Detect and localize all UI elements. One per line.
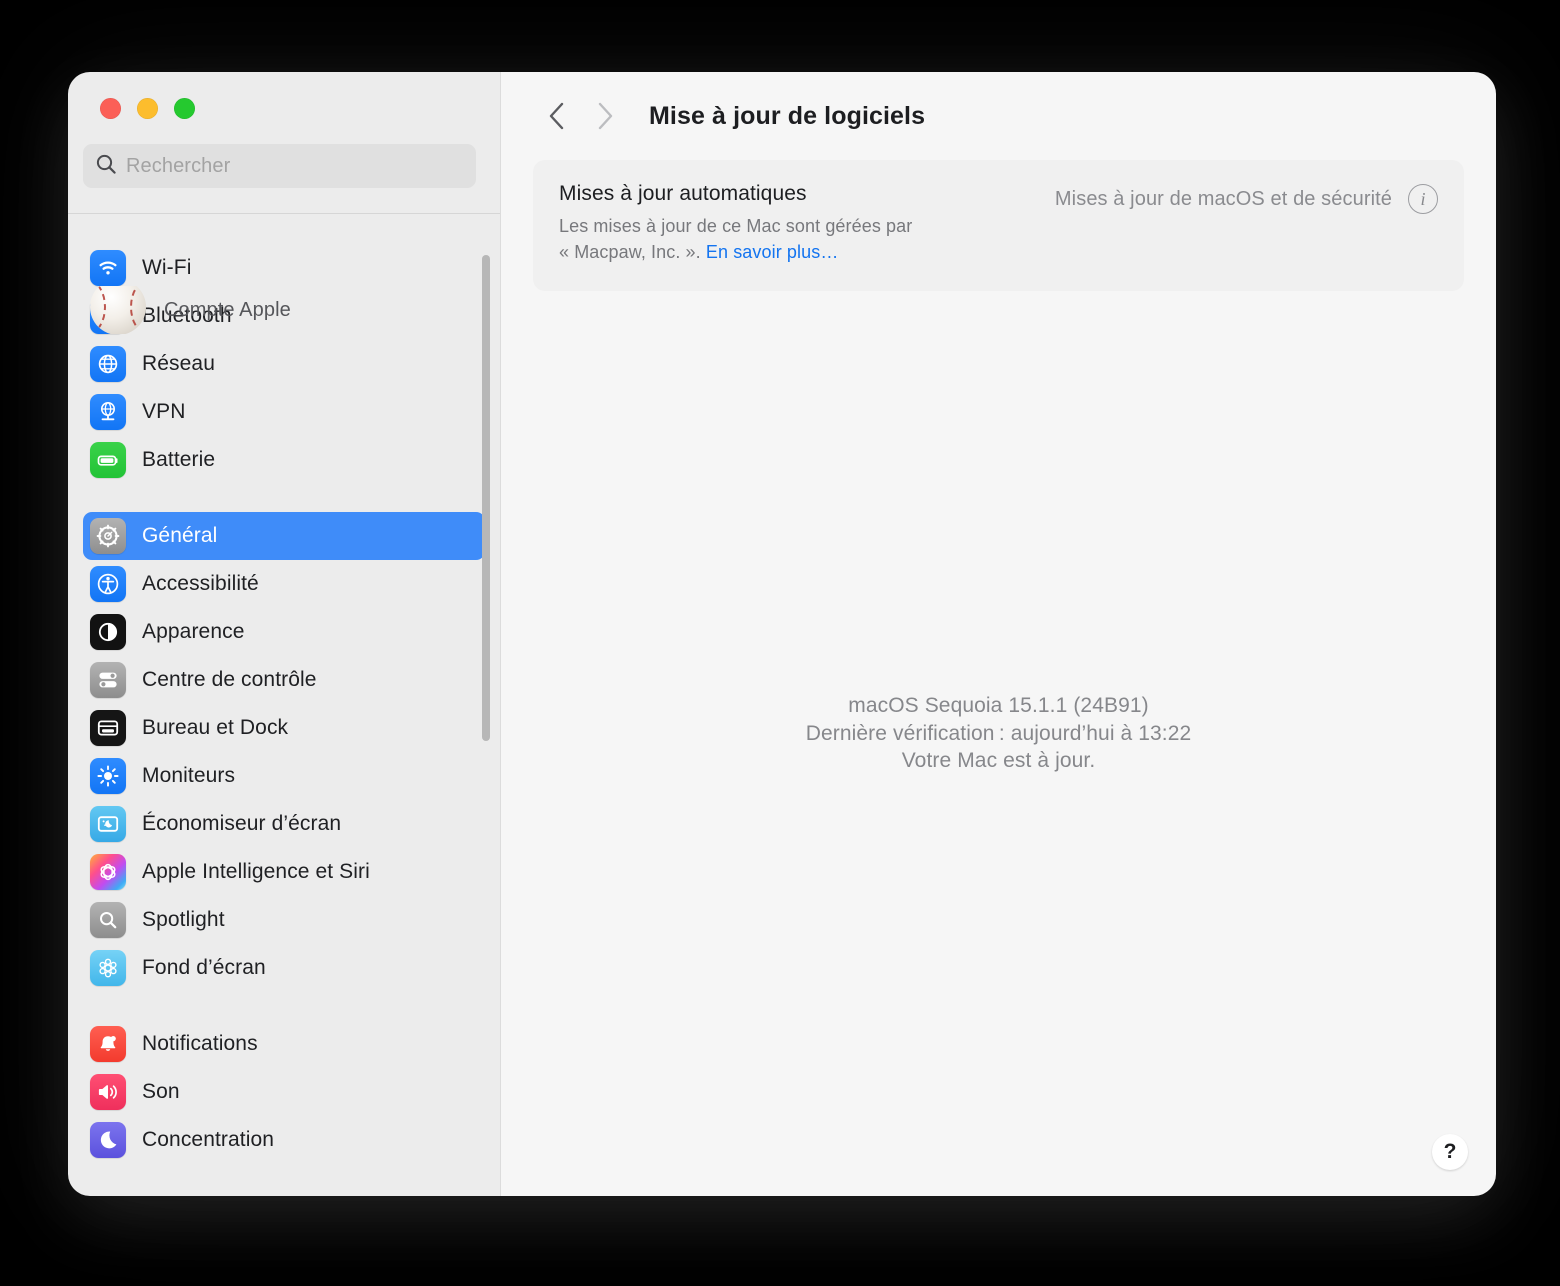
last-check-line: Dernière vérification : aujourd’hui à 13… — [805, 721, 1192, 745]
apple-intelligence-icon — [90, 854, 126, 890]
sidebar-item-focus[interactable]: Concentration — [83, 1116, 485, 1164]
sidebar-group-alerts: Notifications Son Concentration — [68, 1020, 500, 1164]
sidebar-item-label: Spotlight — [142, 908, 225, 931]
card-desc-line1: Les mises à jour de ce Mac sont gérées p… — [559, 216, 913, 236]
window-traffic-lights — [68, 72, 500, 144]
sidebar-item-notifications[interactable]: Notifications — [83, 1020, 485, 1068]
system-settings-window: Rechercher Wi-Fi Bluetooth Réseau VPN Ba… — [68, 72, 1496, 1196]
card-right: Mises à jour de macOS et de sécurité i — [1055, 182, 1438, 214]
desktop-dock-icon — [90, 710, 126, 746]
sidebar-item-label: Économiseur d’écran — [142, 812, 342, 835]
forward-button[interactable] — [581, 92, 629, 140]
sidebar: Rechercher Wi-Fi Bluetooth Réseau VPN Ba… — [68, 72, 500, 1196]
network-globe-icon — [90, 346, 126, 382]
avatar — [90, 286, 146, 334]
sidebar-group-spacer — [68, 484, 500, 512]
accessibility-icon — [90, 566, 126, 602]
os-version-line: macOS Sequoia 15.1.1 (24B91) — [848, 694, 1149, 717]
control-center-icon — [90, 662, 126, 698]
apple-account-label: Compte Apple — [164, 298, 291, 321]
displays-icon — [90, 758, 126, 794]
sidebar-item-label: Moniteurs — [142, 764, 236, 787]
card-desc-line2: « Macpaw, Inc. ». — [559, 242, 706, 263]
sidebar-group-spacer — [68, 992, 500, 1020]
screensaver-icon — [90, 806, 126, 842]
sidebar-item-label: Fond d’écran — [142, 956, 266, 979]
sidebar-item-label: Réseau — [142, 352, 215, 375]
sidebar-item-label: VPN — [142, 400, 186, 423]
close-button[interactable] — [100, 97, 121, 119]
sidebar-item-network[interactable]: Réseau — [83, 340, 485, 388]
updates-scope-label: Mises à jour de macOS et de sécurité — [1054, 187, 1392, 210]
sidebar-item-label: Apparence — [142, 620, 245, 643]
sidebar-item-label: Centre de contrôle — [142, 668, 317, 691]
sidebar-item-wifi[interactable]: Wi-Fi — [83, 244, 485, 292]
up-to-date-line: Votre Mac est à jour. — [901, 749, 1096, 773]
sidebar-item-screensaver[interactable]: Économiseur d’écran — [83, 800, 485, 848]
sidebar-scroll-area[interactable]: Wi-Fi Bluetooth Réseau VPN Batterie Géné… — [68, 214, 500, 1196]
learn-more-link[interactable]: En savoir plus… — [706, 242, 839, 262]
sidebar-item-sound[interactable]: Son — [83, 1068, 485, 1116]
sidebar-item-appearance[interactable]: Apparence — [83, 608, 485, 656]
sidebar-item-spotlight[interactable]: Spotlight — [83, 896, 485, 944]
gear-icon — [90, 518, 126, 554]
notifications-bell-icon — [90, 1026, 126, 1062]
content-pane: Mise à jour de logiciels Mises à jour au… — [500, 72, 1496, 1196]
sound-speaker-icon — [90, 1074, 126, 1110]
zoom-button[interactable] — [174, 97, 195, 119]
sidebar-item-desktop-dock[interactable]: Bureau et Dock — [83, 704, 485, 752]
sidebar-item-label: Accessibilité — [142, 572, 259, 595]
sidebar-item-label: Concentration — [142, 1128, 275, 1151]
sidebar-item-label: Général — [142, 524, 218, 547]
sidebar-item-label: Apple Intelligence et Siri — [142, 860, 370, 883]
search-placeholder: Rechercher — [126, 154, 231, 177]
wallpaper-icon — [90, 950, 126, 986]
sidebar-item-label: Son — [142, 1080, 180, 1103]
sidebar-item-apple-account[interactable]: Compte Apple — [68, 286, 500, 334]
info-icon[interactable]: i — [1408, 184, 1438, 214]
search-icon — [95, 153, 117, 180]
sidebar-item-wallpaper[interactable]: Fond d’écran — [83, 944, 485, 992]
sidebar-item-label: Wi-Fi — [142, 256, 192, 279]
help-question-icon[interactable]: ? — [1432, 1134, 1468, 1170]
spotlight-icon — [90, 902, 126, 938]
vpn-icon — [90, 394, 126, 430]
card-left: Mises à jour automatiques Les mises à jo… — [559, 182, 912, 265]
card-description: Les mises à jour de ce Mac sont gérées p… — [559, 213, 912, 265]
card-title: Mises à jour automatiques — [559, 182, 807, 205]
automatic-updates-card[interactable]: Mises à jour automatiques Les mises à jo… — [533, 160, 1464, 292]
screen: Rechercher Wi-Fi Bluetooth Réseau VPN Ba… — [0, 0, 1560, 1286]
sidebar-group-network: Wi-Fi Bluetooth Réseau VPN Batterie — [68, 244, 500, 484]
back-button[interactable] — [533, 92, 581, 140]
sidebar-item-vpn[interactable]: VPN — [83, 388, 485, 436]
sidebar-item-accessibility[interactable]: Accessibilité — [83, 560, 485, 608]
focus-moon-icon — [90, 1122, 126, 1158]
sidebar-item-label: Bureau et Dock — [142, 716, 289, 739]
minimize-button[interactable] — [137, 97, 158, 119]
sidebar-item-control-center[interactable]: Centre de contrôle — [83, 656, 485, 704]
search-input[interactable]: Rechercher — [83, 144, 476, 188]
sidebar-item-apple-intelligence-siri[interactable]: Apple Intelligence et Siri — [83, 848, 485, 896]
wifi-icon — [90, 250, 126, 286]
sidebar-item-general[interactable]: Général — [83, 512, 485, 560]
page-title: Mise à jour de logiciels — [649, 101, 926, 130]
sidebar-item-battery[interactable]: Batterie — [83, 436, 485, 484]
search-container: Rechercher — [68, 144, 500, 188]
battery-icon — [90, 442, 126, 478]
content-toolbar: Mise à jour de logiciels — [501, 72, 1496, 160]
sidebar-item-label: Notifications — [142, 1032, 258, 1055]
sidebar-item-displays[interactable]: Moniteurs — [83, 752, 485, 800]
sidebar-item-label: Batterie — [142, 448, 216, 471]
sidebar-group-system: Général Accessibilité Apparence Centre d… — [68, 512, 500, 992]
update-status: macOS Sequoia 15.1.1 (24B91) Dernière vé… — [501, 692, 1496, 775]
appearance-icon — [90, 614, 126, 650]
